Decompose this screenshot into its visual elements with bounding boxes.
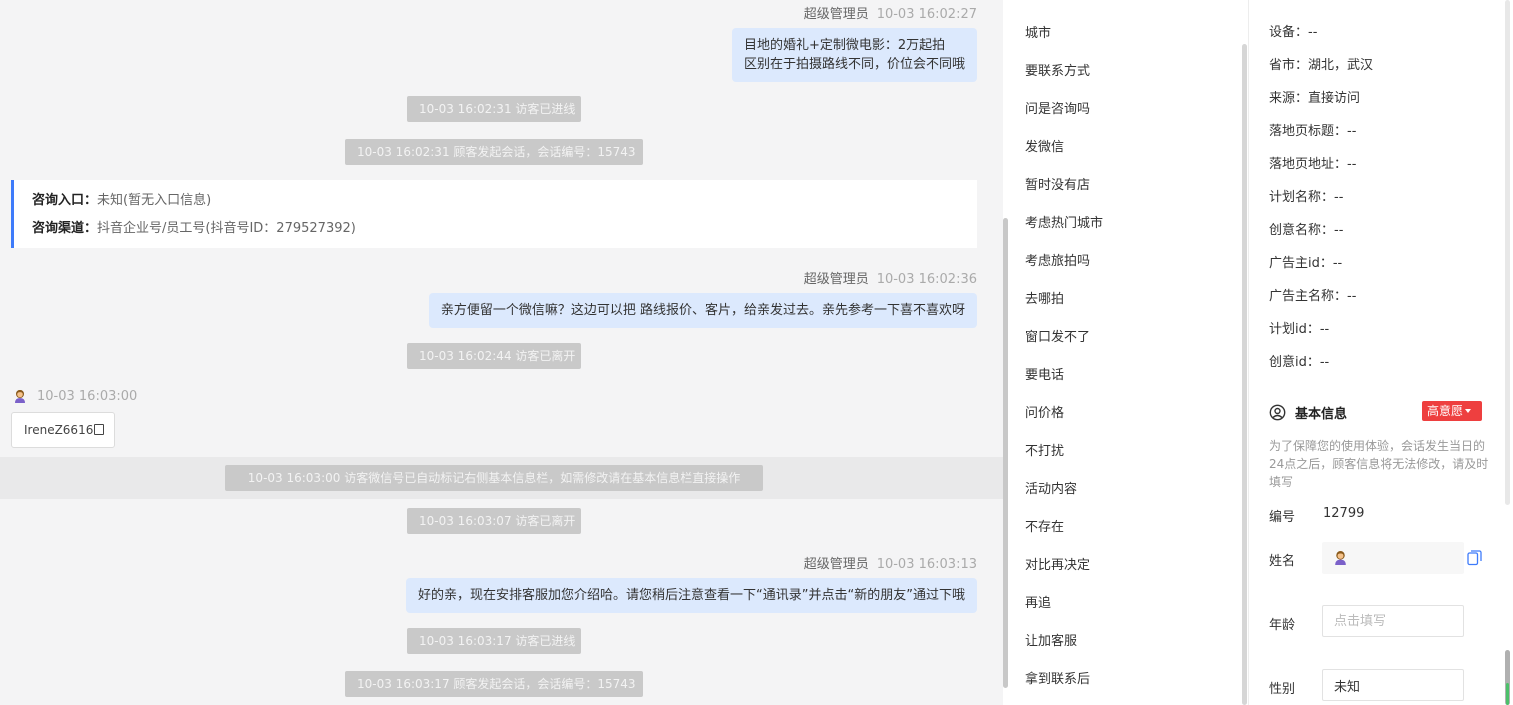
consult-entry-card: 咨询入口：未知(暂无入口信息) 咨询渠道：抖音企业号/员工号(抖音号ID：279… xyxy=(11,180,977,248)
device-row: 设备：-- xyxy=(1269,25,1318,40)
phrase-item[interactable]: 让加客服 xyxy=(1025,630,1077,649)
entry-value: 未知(暂无入口信息) xyxy=(97,193,212,208)
phrase-item[interactable]: 考虑热门城市 xyxy=(1025,212,1103,231)
entry-label: 咨询入口： xyxy=(32,193,98,208)
message-meta: 超级管理员 10-03 16:02:36 xyxy=(804,268,977,287)
copy-icon[interactable] xyxy=(91,424,105,438)
phrase-item[interactable]: 发微信 xyxy=(1025,136,1064,155)
outgoing-message[interactable]: 亲方便留一个微信嘛？这边可以把 路线报价、客片，给亲发过去。亲先参考一下喜不喜欢… xyxy=(428,293,977,328)
age-label: 年龄 xyxy=(1269,618,1296,633)
phrase-item[interactable]: 问价格 xyxy=(1025,402,1064,421)
info-scrollbar-track[interactable] xyxy=(1505,0,1510,505)
name-label: 姓名 xyxy=(1269,554,1296,569)
message-meta: 超级管理员 10-03 16:03:13 xyxy=(804,553,977,572)
phrase-item[interactable]: 城市 xyxy=(1025,22,1051,41)
age-input[interactable] xyxy=(1322,605,1464,637)
user-circle-icon xyxy=(1269,404,1286,420)
phrase-item[interactable]: 窗口发不了 xyxy=(1025,326,1090,345)
plan-id-row: 计划id：-- xyxy=(1269,322,1330,337)
scroll-indicator xyxy=(1506,683,1509,705)
id-value: 12799 xyxy=(1323,506,1365,521)
phrase-item[interactable]: 去哪拍 xyxy=(1025,288,1064,307)
gender-input[interactable] xyxy=(1322,669,1464,701)
wechat-id-text: IreneZ6616 xyxy=(24,423,94,437)
message-line: 区别在于拍摄路线不同，价位会不同哦 xyxy=(743,57,965,72)
phrase-item[interactable]: 再追 xyxy=(1025,592,1051,611)
phrase-item[interactable]: 不打扰 xyxy=(1025,440,1064,459)
channel-row: 咨询渠道：抖音企业号/员工号(抖音号ID：279527392) xyxy=(32,218,959,246)
phrase-scrollbar-thumb[interactable] xyxy=(1242,44,1247,705)
message-meta: 超级管理员 10-03 16:02:27 xyxy=(804,3,977,22)
customer-info-panel: 设备：-- 省市：湖北，武汉 来源：直接访问 落地页标题：-- 落地页地址：--… xyxy=(1249,0,1513,705)
landing-url-row: 落地页地址：-- xyxy=(1269,157,1357,172)
province-city-row: 省市：湖北，武汉 xyxy=(1269,58,1374,73)
creative-name-row: 创意名称：-- xyxy=(1269,223,1344,238)
id-label: 编号 xyxy=(1269,510,1296,525)
landing-title-row: 落地页标题：-- xyxy=(1269,124,1357,139)
caret-down-icon xyxy=(1465,409,1472,413)
gender-label: 性别 xyxy=(1269,682,1296,697)
name-field[interactable] xyxy=(1322,542,1464,574)
source-row: 来源：直接访问 xyxy=(1269,91,1361,106)
basic-info-header: 基本信息 xyxy=(1269,403,1348,422)
sender-name: 超级管理员 xyxy=(803,557,869,572)
system-notice: 10-03 16:02:31 顾客发起会话，会话编号：15743 xyxy=(345,139,643,165)
visitor-avatar-icon xyxy=(15,390,25,403)
wechat-avatar-icon xyxy=(1335,551,1346,565)
message-line: 目地的婚礼+定制微电影：2万起拍 xyxy=(743,38,946,53)
system-notice: 10-03 16:03:17 顾客发起会话，会话编号：15743 xyxy=(345,671,643,697)
edit-notice: 为了保障您的使用体验，会话发生当日的24点之后，顾客信息将无法修改，请及时填写 xyxy=(1269,439,1489,489)
advertiser-id-row: 广告主id：-- xyxy=(1269,256,1343,271)
chat-panel: 超级管理员 10-03 16:02:27 目地的婚礼+定制微电影：2万起拍 区别在… xyxy=(0,0,1003,705)
plan-name-row: 计划名称：-- xyxy=(1269,190,1344,205)
entry-row: 咨询入口：未知(暂无入口信息) xyxy=(32,190,959,218)
system-notice: 10-03 16:03:00 访客微信号已自动标记右侧基本信息栏，如需修改请在基… xyxy=(225,465,763,491)
channel-value: 抖音企业号/员工号(抖音号ID：279527392) xyxy=(97,221,356,236)
creative-id-row: 创意id：-- xyxy=(1269,355,1330,370)
message-time: 10-03 16:02:27 xyxy=(876,7,977,22)
outgoing-message[interactable]: 目地的婚礼+定制微电影：2万起拍 区别在于拍摄路线不同，价位会不同哦 xyxy=(731,28,977,82)
message-time: 10-03 16:02:36 xyxy=(876,272,977,287)
basic-info-title: 基本信息 xyxy=(1295,406,1348,422)
system-notice: 10-03 16:02:44 访客已离开 xyxy=(407,343,581,369)
visitor-wechat-message[interactable]: IreneZ6616 xyxy=(11,412,115,448)
sender-name: 超级管理员 xyxy=(803,272,869,287)
advertiser-name-row: 广告主名称：-- xyxy=(1269,289,1357,304)
system-notice: 10-03 16:02:31 访客已进线 xyxy=(407,96,581,122)
visitor-meta: 10-03 16:03:00 xyxy=(12,388,137,404)
system-notice: 10-03 16:03:17 访客已进线 xyxy=(407,628,581,654)
phrase-item[interactable]: 考虑旅拍吗 xyxy=(1025,250,1090,269)
phrase-item[interactable]: 对比再决定 xyxy=(1025,554,1090,573)
phrase-item[interactable]: 暂时没有店 xyxy=(1025,174,1090,193)
phrase-item[interactable]: 问是咨询吗 xyxy=(1025,98,1090,117)
outgoing-message[interactable]: 好的亲，现在安排客服加您介绍哈。请您稍后注意查看一下“通讯录”并点击“新的朋友”… xyxy=(406,578,977,613)
phrase-item[interactable]: 要联系方式 xyxy=(1025,60,1090,79)
sender-name: 超级管理员 xyxy=(803,7,869,22)
phrase-item[interactable]: 拿到联系后 xyxy=(1025,668,1090,687)
phrase-item[interactable]: 要电话 xyxy=(1025,364,1064,383)
message-time: 10-03 16:03:00 xyxy=(37,388,138,404)
system-notice: 10-03 16:03:07 访客已离开 xyxy=(407,508,581,534)
intent-dropdown[interactable]: 高意愿 xyxy=(1422,401,1482,421)
quick-phrase-list: 城市 要联系方式 问是咨询吗 发微信 暂时没有店 考虑热门城市 考虑旅拍吗 去哪… xyxy=(1008,0,1240,705)
message-time: 10-03 16:03:13 xyxy=(876,557,977,572)
phrase-item[interactable]: 活动内容 xyxy=(1025,478,1077,497)
copy-icon[interactable] xyxy=(1467,550,1482,566)
intent-label: 高意愿 xyxy=(1427,404,1464,418)
channel-label: 咨询渠道： xyxy=(32,221,98,236)
phrase-item[interactable]: 不存在 xyxy=(1025,516,1064,535)
